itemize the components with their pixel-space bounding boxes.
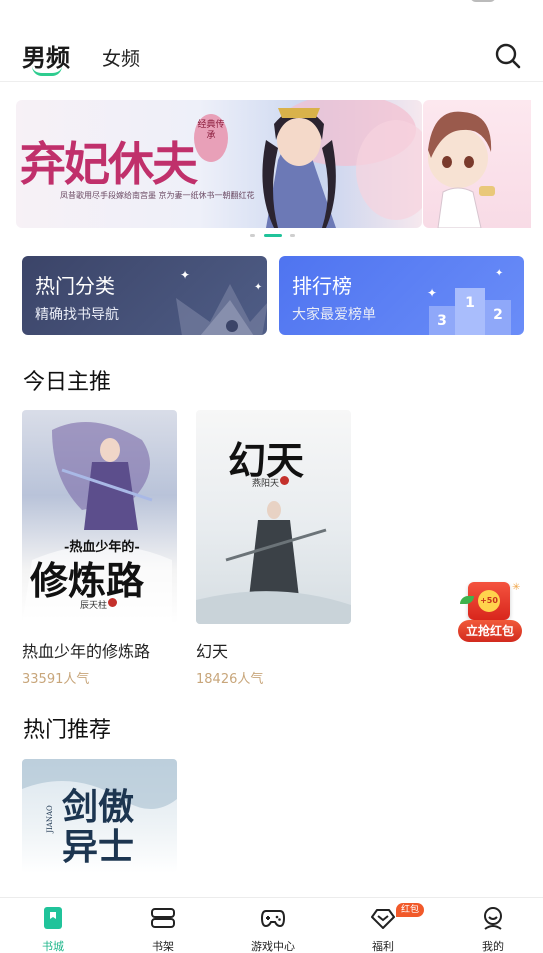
card-title: 热门分类: [35, 274, 115, 298]
podium-third: 3: [429, 306, 455, 335]
chibi-character-image: [428, 111, 495, 228]
hot-categories-card[interactable]: 热门分类 精确找书导航 ✦ ✦: [22, 256, 267, 335]
red-packet-button[interactable]: +50 ✳ 立抢红包: [456, 578, 526, 650]
nav-item-profile[interactable]: 我的: [453, 898, 533, 953]
banner-pagination: [250, 232, 300, 238]
banner-title: 弃妃休夫: [20, 137, 198, 191]
pagination-dot[interactable]: [290, 234, 295, 237]
cover-title-main: 修炼路: [30, 558, 145, 603]
pagination-dot[interactable]: [250, 234, 255, 237]
top-nav: 男频 女频: [0, 0, 543, 82]
book-card[interactable]: 剑傲异士 JIANAO: [22, 759, 177, 873]
card-title: 排行榜: [292, 274, 352, 298]
book-popularity: 18426人气: [196, 672, 264, 687]
tab-male[interactable]: 男频: [22, 38, 70, 76]
book-title[interactable]: 幻天: [196, 638, 228, 662]
nav-label: 我的: [482, 940, 504, 953]
nav-label: 福利: [372, 940, 394, 953]
bookshelf-icon: [151, 908, 175, 928]
gamepad-icon: [261, 910, 285, 928]
gift-icon: [371, 909, 395, 929]
cover-title-main: 剑傲异士: [62, 786, 135, 868]
book-card[interactable]: -热血少年的- 修炼路 辰天柱 热血少年的修炼路 33591人气: [22, 410, 177, 687]
tab-active-indicator: [32, 66, 62, 76]
cover-pinyin: JIANAO: [45, 805, 54, 833]
book-cover[interactable]: -热血少年的- 修炼路 辰天柱: [22, 410, 177, 624]
podium-first: 1: [455, 288, 485, 335]
nav-item-bookshelf[interactable]: 书架: [123, 898, 203, 953]
book-cover[interactable]: 剑傲异士 JIANAO: [22, 759, 177, 873]
red-packet-badge: 红包: [396, 903, 425, 917]
bottom-nav: 书城 书架 游戏中心 福利 红包 我的: [0, 897, 543, 953]
nav-item-bookstore[interactable]: 书城: [13, 898, 93, 953]
section-title-text: 今日主推: [23, 370, 112, 395]
profile-icon: [484, 907, 502, 930]
podium-icon: 3 1 2: [429, 288, 513, 335]
cover-author: 辰天柱: [80, 601, 108, 611]
nav-label: 书架: [152, 940, 174, 953]
ranking-card[interactable]: 排行榜 大家最爱榜单 ✦ ✦ 3 1 2: [279, 256, 524, 335]
card-subtitle: 大家最爱榜单: [292, 307, 376, 323]
section-title-hot: 热门推荐: [23, 712, 119, 746]
podium-second: 2: [485, 300, 511, 335]
tab-female-label: 女频: [102, 48, 141, 70]
book-card[interactable]: 幻天 燕阳天 幻天 18426人气: [196, 410, 351, 687]
author-seal: [108, 598, 117, 607]
crown-icon: [176, 284, 267, 335]
section-title-text: 热门推荐: [23, 718, 112, 743]
search-button[interactable]: [494, 42, 522, 70]
search-icon: [495, 43, 521, 69]
nav-item-game-center[interactable]: 游戏中心: [233, 898, 313, 953]
section-title-today: 今日主推: [23, 364, 119, 398]
tab-female[interactable]: 女频: [102, 44, 140, 71]
red-packet-label: 立抢红包: [458, 620, 522, 642]
book-popularity: 33591人气: [22, 672, 90, 687]
banner-slide[interactable]: 弃妃休夫 经典传承 凤昔歌用尽手段嫁给南宫墨 京为妻一纸休书一朝翻红花: [16, 100, 422, 228]
book-cover[interactable]: 幻天 燕阳天: [196, 410, 351, 624]
banner-next-slide[interactable]: [423, 100, 531, 228]
bookstore-icon: [44, 907, 62, 929]
banner-subtitle: 凤昔歌用尽手段嫁给南宫墨 京为妻一纸休书一朝翻红花: [60, 191, 255, 200]
sparkle-icon: ✳: [512, 582, 521, 593]
banner-seal: 经典传承: [194, 114, 228, 162]
cover-illustration: [196, 501, 351, 624]
card-subtitle: 精确找书导航: [35, 307, 119, 323]
nav-label: 书城: [42, 940, 64, 953]
nav-label: 游戏中心: [251, 940, 295, 953]
sparkle-icon: ✦: [495, 268, 504, 279]
pagination-dot-active[interactable]: [264, 234, 282, 237]
coin-amount: +50: [478, 590, 500, 612]
book-title[interactable]: 热血少年的修炼路: [22, 638, 150, 662]
